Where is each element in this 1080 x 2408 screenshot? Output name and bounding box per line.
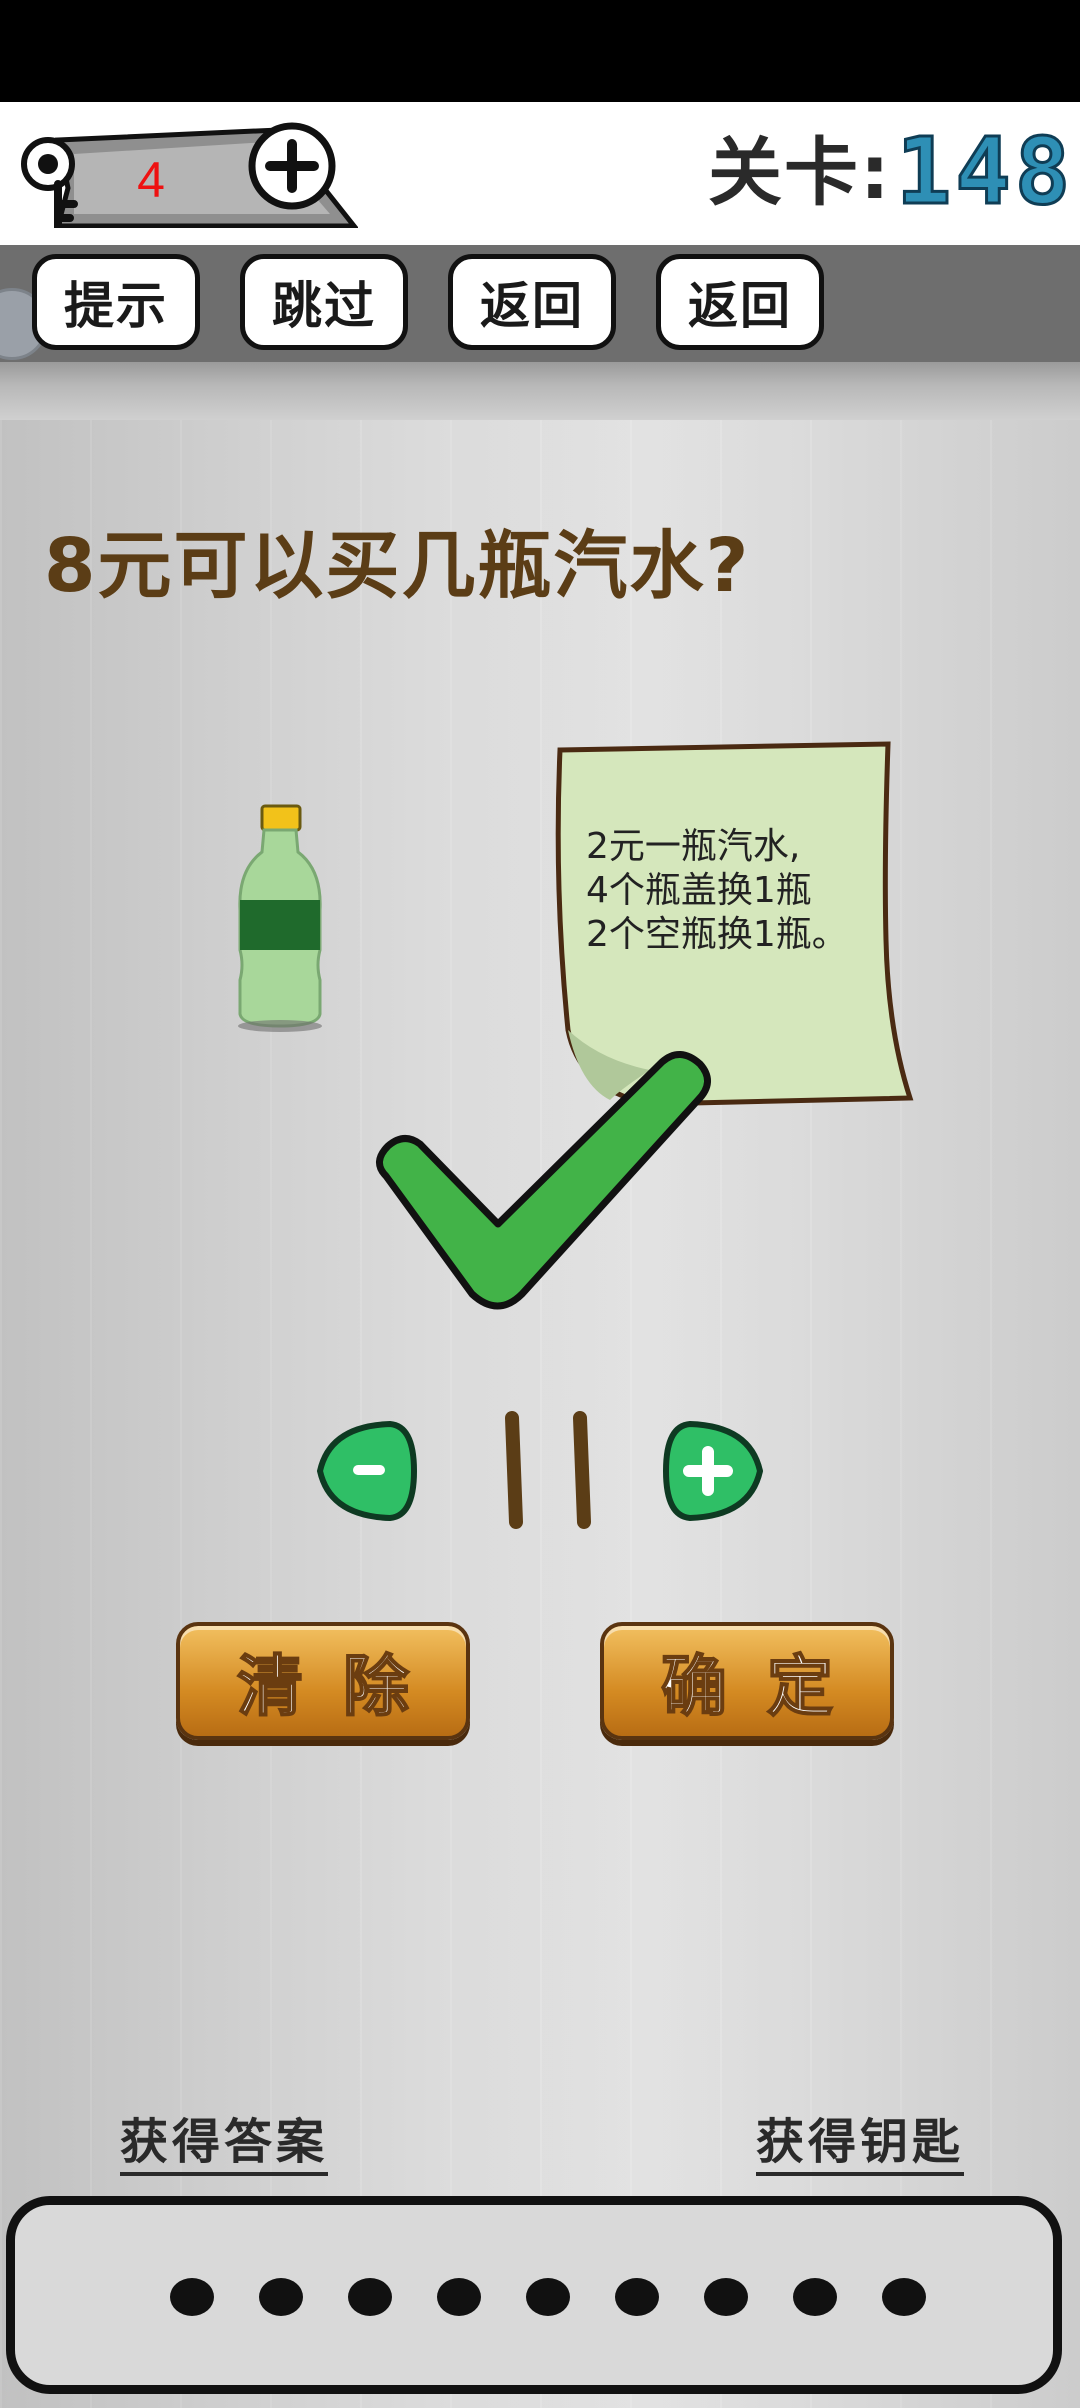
confirm-button[interactable]: 确定	[600, 1622, 894, 1740]
rule-note-text: 2元一瓶汽水, 4个瓶盖换1瓶 2个空瓶换1瓶。	[586, 825, 886, 957]
question-text: 8元可以买几瓶汽水?	[44, 523, 751, 609]
soda-bottle-icon[interactable]	[230, 800, 330, 1032]
answer-slot-dot	[615, 2278, 659, 2316]
answer-slot-dot	[170, 2278, 214, 2316]
level-number: 148	[894, 118, 1075, 225]
status-bar	[0, 0, 1080, 102]
note-line-1: 2元一瓶汽水,	[586, 826, 801, 867]
plus-button[interactable]	[656, 1416, 770, 1526]
answer-slot-dot	[704, 2278, 748, 2316]
level-label: 关卡:	[708, 130, 892, 216]
answer-slot-dot	[882, 2278, 926, 2316]
answer-slot-dot	[437, 2278, 481, 2316]
answer-slot-dot	[526, 2278, 570, 2316]
answer-slot-dot	[793, 2278, 837, 2316]
checkmark-icon	[376, 1051, 711, 1310]
back-button-2[interactable]: 返回	[656, 254, 824, 350]
answer-slot-dot	[259, 2278, 303, 2316]
minus-button[interactable]	[310, 1416, 420, 1526]
answer-value	[505, 1411, 591, 1529]
answer-slot-dot	[348, 2278, 392, 2316]
note-line-3: 2个空瓶换1瓶。	[586, 914, 848, 955]
key-count: 4	[137, 152, 165, 208]
toolbar-shadow	[0, 362, 1080, 420]
clear-button[interactable]: 清除	[176, 1622, 470, 1740]
get-key-link[interactable]: 获得钥匙	[756, 2112, 965, 2176]
skip-button[interactable]: 跳过	[240, 254, 408, 350]
back-button-1[interactable]: 返回	[448, 254, 616, 350]
hint-button[interactable]: 提示	[32, 254, 200, 350]
get-answer-link[interactable]: 获得答案	[120, 2112, 329, 2176]
note-line-2: 4个瓶盖换1瓶	[586, 870, 812, 911]
add-key-icon[interactable]	[244, 118, 342, 216]
